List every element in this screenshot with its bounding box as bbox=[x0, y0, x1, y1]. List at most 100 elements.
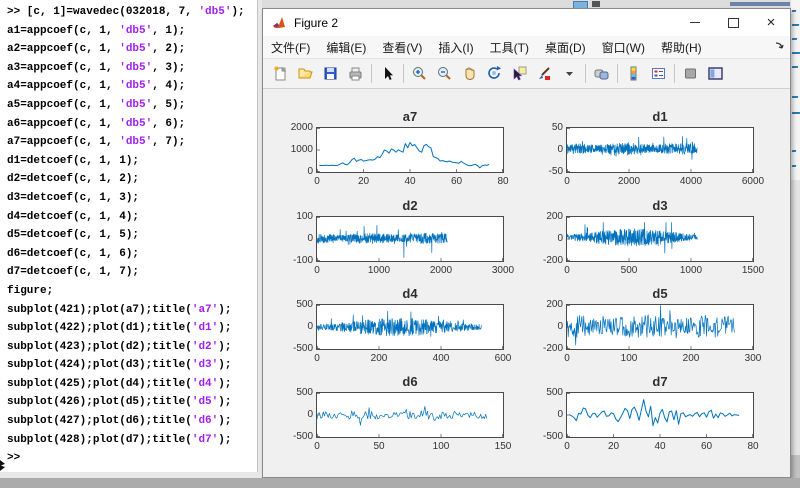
toolbar-separator bbox=[674, 64, 675, 83]
code-text: subplot(422);plot(d1);title( bbox=[7, 322, 192, 334]
brush-icon[interactable] bbox=[532, 61, 557, 86]
subplot-d5-axes[interactable] bbox=[566, 304, 754, 350]
rotate-3d-icon[interactable] bbox=[482, 61, 507, 86]
background-window-top-sliver bbox=[262, 0, 800, 8]
x-tick-label: 0 bbox=[292, 353, 342, 364]
subplot-d6-title: d6 bbox=[280, 374, 540, 389]
x-tick-label: 4000 bbox=[666, 176, 716, 187]
minimize-button[interactable] bbox=[676, 9, 714, 36]
close-button[interactable]: × bbox=[752, 9, 790, 36]
show-plot-tools-icon[interactable] bbox=[703, 61, 728, 86]
code-text: d2=detcoef(c, 1, 2); bbox=[7, 173, 139, 185]
x-tick-label: 150 bbox=[478, 441, 528, 452]
code-line: a3=appcoef(c, 1, 'db5', 3); bbox=[0, 59, 257, 78]
y-tick-label: 0 bbox=[521, 409, 563, 420]
menu-item-2[interactable]: 查看(V) bbox=[374, 36, 430, 58]
x-tick-label: 200 bbox=[354, 353, 404, 364]
y-tick-label: 0 bbox=[521, 321, 563, 332]
subplot-d4-line bbox=[317, 311, 481, 336]
menu-item-6[interactable]: 窗口(W) bbox=[594, 36, 653, 58]
subplot-d4-axes[interactable] bbox=[316, 304, 504, 350]
subplot-d7-title: d7 bbox=[530, 374, 790, 389]
x-tick-label: 20 bbox=[589, 441, 639, 452]
open-file-icon[interactable] bbox=[293, 61, 318, 86]
code-string-literal: 'db5' bbox=[198, 6, 231, 18]
code-string-literal: 'd7' bbox=[192, 434, 218, 446]
subplot-a7-line bbox=[319, 143, 489, 168]
subplot-d1-axes[interactable] bbox=[566, 127, 754, 173]
menubar-corner-arrow-icon[interactable] bbox=[774, 40, 786, 52]
code-line: subplot(424);plot(d3);title('d3'); bbox=[0, 356, 257, 375]
x-tick-label: 500 bbox=[604, 265, 654, 276]
menu-item-3[interactable]: 插入(I) bbox=[430, 36, 481, 58]
background-text-fragment bbox=[792, 38, 798, 40]
data-cursor-icon[interactable] bbox=[507, 61, 532, 86]
bottom-window-edge bbox=[0, 478, 800, 488]
code-line: >> bbox=[0, 449, 257, 468]
subplot-d7-axes[interactable] bbox=[566, 392, 754, 438]
code-text: ); bbox=[218, 434, 231, 446]
window-title: Figure 2 bbox=[294, 16, 676, 30]
x-tick-label: 6000 bbox=[728, 176, 778, 187]
code-line: a6=appcoef(c, 1, 'db5', 6); bbox=[0, 115, 257, 134]
code-text: >> [c, 1]=wavedec(032018, 7, bbox=[7, 6, 198, 18]
subplot-d1-line bbox=[567, 136, 697, 159]
save-icon[interactable] bbox=[318, 61, 343, 86]
x-tick-label: 40 bbox=[385, 176, 435, 187]
zoom-in-icon[interactable] bbox=[407, 61, 432, 86]
y-tick-label: 1000 bbox=[271, 144, 313, 155]
menu-item-7[interactable]: 帮助(H) bbox=[653, 36, 710, 58]
menu-item-4[interactable]: 工具(T) bbox=[482, 36, 537, 58]
code-text: figure; bbox=[7, 285, 53, 297]
code-line: d2=detcoef(c, 1, 2); bbox=[0, 170, 257, 189]
print-icon[interactable] bbox=[343, 61, 368, 86]
matlab-command-window[interactable]: >> [c, 1]=wavedec(032018, 7, 'db5');a1=a… bbox=[0, 0, 258, 472]
background-text-fragment bbox=[792, 150, 797, 152]
maximize-button[interactable] bbox=[714, 9, 752, 36]
code-text: subplot(428);plot(d7);title( bbox=[7, 434, 192, 446]
menu-item-1[interactable]: 编辑(E) bbox=[318, 36, 374, 58]
figure-canvas: a7010002000020406080d1-50050020004000600… bbox=[263, 89, 788, 475]
subplot-d2-axes[interactable] bbox=[316, 216, 504, 262]
insert-legend-icon[interactable] bbox=[646, 61, 671, 86]
y-tick-label: 200 bbox=[521, 299, 563, 310]
x-tick-label: 0 bbox=[542, 441, 592, 452]
subplot-d3-line bbox=[567, 223, 697, 254]
pointer-icon[interactable] bbox=[375, 61, 400, 86]
new-file-icon[interactable] bbox=[268, 61, 293, 86]
y-tick-label: 50 bbox=[521, 122, 563, 133]
menu-item-5[interactable]: 桌面(D) bbox=[537, 36, 594, 58]
code-line: d3=detcoef(c, 1, 3); bbox=[0, 189, 257, 208]
zoom-out-icon[interactable] bbox=[432, 61, 457, 86]
code-string-literal: 'db5' bbox=[119, 136, 152, 148]
hide-plot-tools-icon[interactable] bbox=[678, 61, 703, 86]
link-plot-icon[interactable] bbox=[589, 61, 614, 86]
figure-titlebar[interactable]: Figure 2 × bbox=[263, 9, 790, 36]
dropdown-caret-icon[interactable] bbox=[557, 61, 582, 86]
code-text: ); bbox=[218, 304, 231, 316]
toolbar-separator bbox=[371, 64, 372, 83]
subplot-d6-axes[interactable] bbox=[316, 392, 504, 438]
pan-icon[interactable] bbox=[457, 61, 482, 86]
x-tick-label: 200 bbox=[666, 353, 716, 364]
toolbar-separator bbox=[617, 64, 618, 83]
code-string-literal: 'd6' bbox=[192, 415, 218, 427]
figure-window: Figure 2 × 文件(F)编辑(E)查看(V)插入(I)工具(T)桌面(D… bbox=[262, 8, 791, 478]
code-line: subplot(428);plot(d7);title('d7'); bbox=[0, 431, 257, 450]
menu-item-0[interactable]: 文件(F) bbox=[263, 36, 318, 58]
insert-colorbar-icon[interactable] bbox=[621, 61, 646, 86]
code-text: ); bbox=[218, 415, 231, 427]
code-line: subplot(422);plot(d1);title('d1'); bbox=[0, 319, 257, 338]
subplot-a7-axes[interactable] bbox=[316, 127, 504, 173]
y-tick-label: 500 bbox=[271, 387, 313, 398]
x-tick-label: 600 bbox=[478, 353, 528, 364]
subplot-d3-axes[interactable] bbox=[566, 216, 754, 262]
code-text: , 6); bbox=[152, 118, 185, 130]
code-string-literal: 'd5' bbox=[192, 396, 218, 408]
x-tick-label: 2000 bbox=[416, 265, 466, 276]
code-line: a5=appcoef(c, 1, 'db5', 5); bbox=[0, 96, 257, 115]
background-text-fragment bbox=[792, 112, 800, 114]
code-text: , 7); bbox=[152, 136, 185, 148]
code-line: d6=detcoef(c, 1, 6); bbox=[0, 245, 257, 264]
code-text: ); bbox=[218, 396, 231, 408]
